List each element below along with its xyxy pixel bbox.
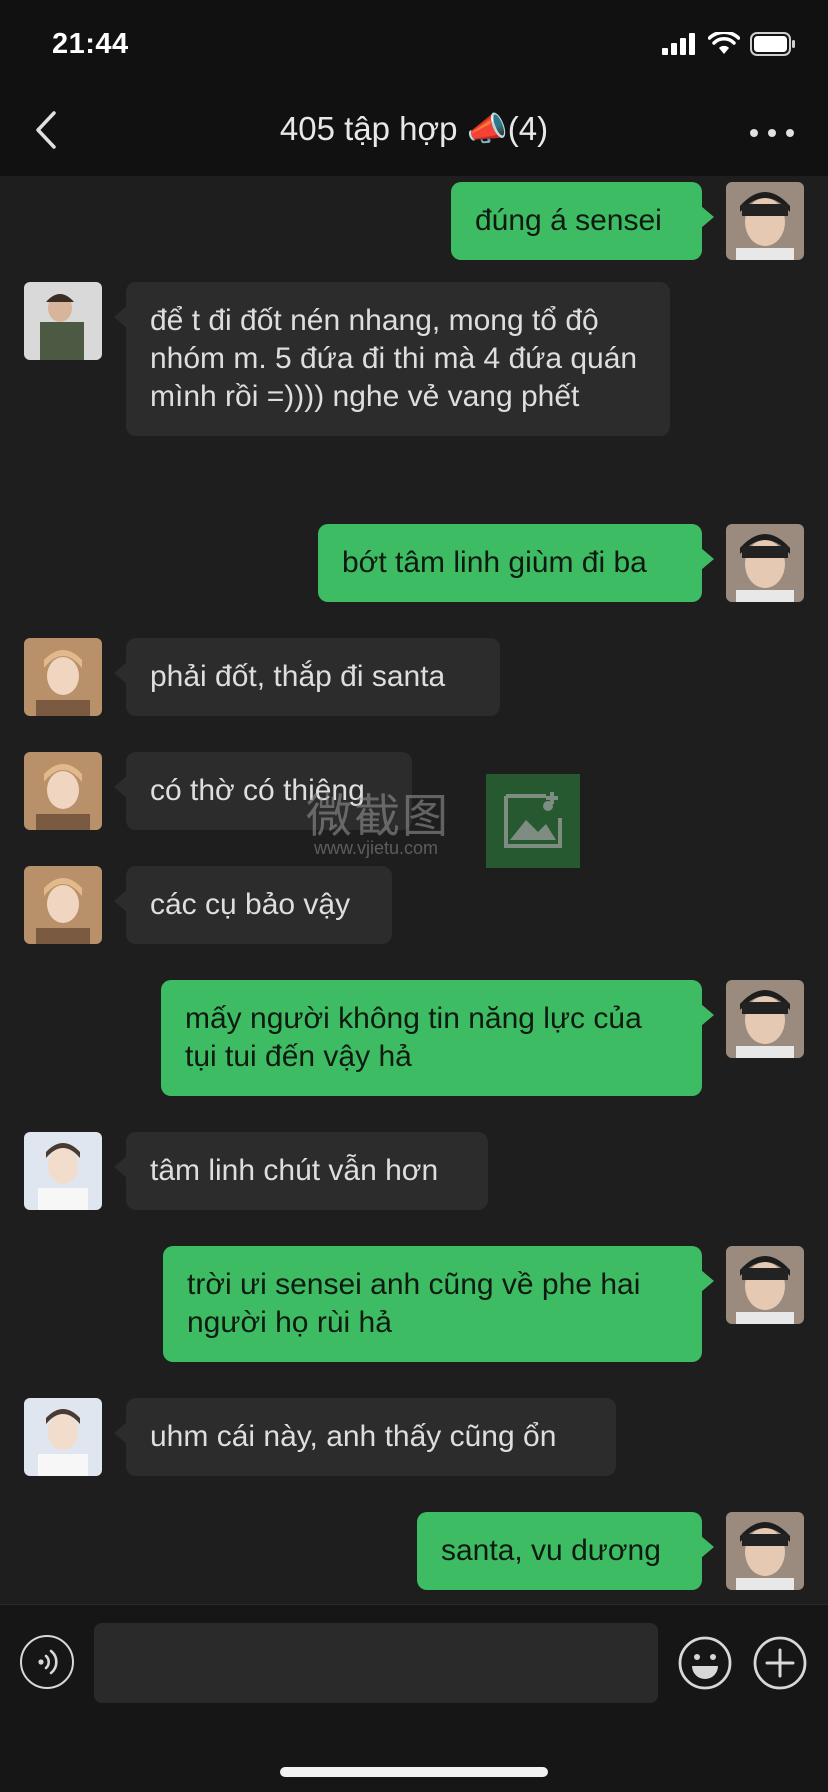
avatar-self[interactable] [726, 1246, 804, 1324]
message-bubble-sent[interactable]: mấy người không tin năng lực của tụi tui… [161, 980, 714, 1096]
smiley-icon [678, 1636, 732, 1690]
avatar-member[interactable] [24, 866, 102, 944]
watermark-logo-icon [486, 774, 580, 868]
input-toolbar [0, 1604, 828, 1792]
status-time: 21:44 [52, 28, 129, 60]
watermark: 微截图 www.vjietu.com [306, 774, 580, 870]
status-icons [662, 32, 796, 56]
message-bubble-sent[interactable]: bớt tâm linh giùm đi ba [318, 524, 714, 602]
message-bubble-sent[interactable]: santa, vu dương [417, 1512, 714, 1590]
watermark-text: 微截图 [306, 790, 450, 842]
message-bubble-received[interactable]: các cụ bảo vậy [114, 866, 392, 944]
chat-header: 21:44 405 tập hợp 📣(4) [0, 0, 828, 176]
watermark-url: www.vjietu.com [314, 838, 439, 858]
avatar-member[interactable] [24, 638, 102, 716]
more-dot [768, 129, 776, 137]
message-bubble-sent[interactable]: trời ưi sensei anh cũng về phe hai người… [163, 1246, 714, 1362]
message-bubble-received[interactable]: phải đốt, thắp đi santa [114, 638, 500, 716]
home-indicator [280, 1767, 548, 1777]
avatar-self[interactable] [726, 182, 804, 260]
message-bubble-received[interactable]: để t đi đốt nén nhang, mong tổ độ nhóm m… [114, 282, 670, 436]
avatar-member[interactable] [24, 282, 102, 360]
signal-icon [662, 33, 695, 55]
avatar-self[interactable] [726, 980, 804, 1058]
avatar-member[interactable] [24, 752, 102, 830]
chat-title: 405 tập hợp 📣(4) [279, 110, 549, 147]
more-dot [786, 129, 794, 137]
more-actions-button[interactable] [752, 1635, 808, 1691]
message-list[interactable]: đúng á sensei để t đi đốt nén nhang, mon… [0, 176, 828, 1604]
message-bubble-sent[interactable]: đúng á sensei [451, 182, 714, 260]
plus-icon [753, 1636, 807, 1690]
message-input[interactable] [94, 1623, 658, 1703]
voice-icon [38, 1649, 58, 1675]
more-dot [750, 129, 758, 137]
avatar-member[interactable] [24, 1132, 102, 1210]
battery-icon [750, 32, 795, 56]
message-bubble-received[interactable]: uhm cái này, anh thấy cũng ổn [114, 1398, 616, 1476]
message-bubble-received[interactable]: tâm linh chút vẫn hơn [114, 1132, 488, 1210]
avatar-self[interactable] [726, 524, 804, 602]
avatar-member[interactable] [24, 1398, 102, 1476]
emoji-button[interactable] [677, 1635, 733, 1691]
voice-input-button[interactable] [20, 1635, 74, 1689]
avatar-self[interactable] [726, 1512, 804, 1590]
more-options-button[interactable] [750, 118, 794, 148]
wifi-icon [708, 32, 740, 54]
